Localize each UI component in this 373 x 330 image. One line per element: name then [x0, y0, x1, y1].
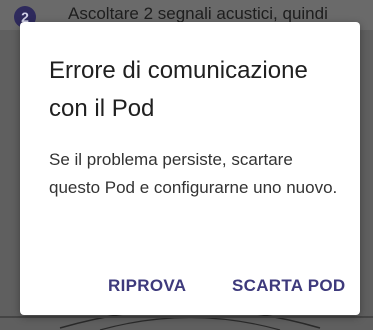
dialog-message: Se il problema persiste, scartare questo… [49, 150, 338, 197]
dialog-actions: RIPROVA SCARTA POD [20, 268, 360, 304]
retry-button[interactable]: RIPROVA [108, 268, 186, 304]
step-instruction-text: Ascoltare 2 segnali acustici, quindi [68, 4, 328, 23]
communication-error-dialog: Errore di comunicazione con il Pod Se il… [20, 22, 360, 315]
dialog-title: Errore di comunicazione con il Pod [49, 57, 308, 122]
background-divider [0, 316, 373, 318]
discard-pod-button[interactable]: SCARTA POD [232, 268, 346, 304]
